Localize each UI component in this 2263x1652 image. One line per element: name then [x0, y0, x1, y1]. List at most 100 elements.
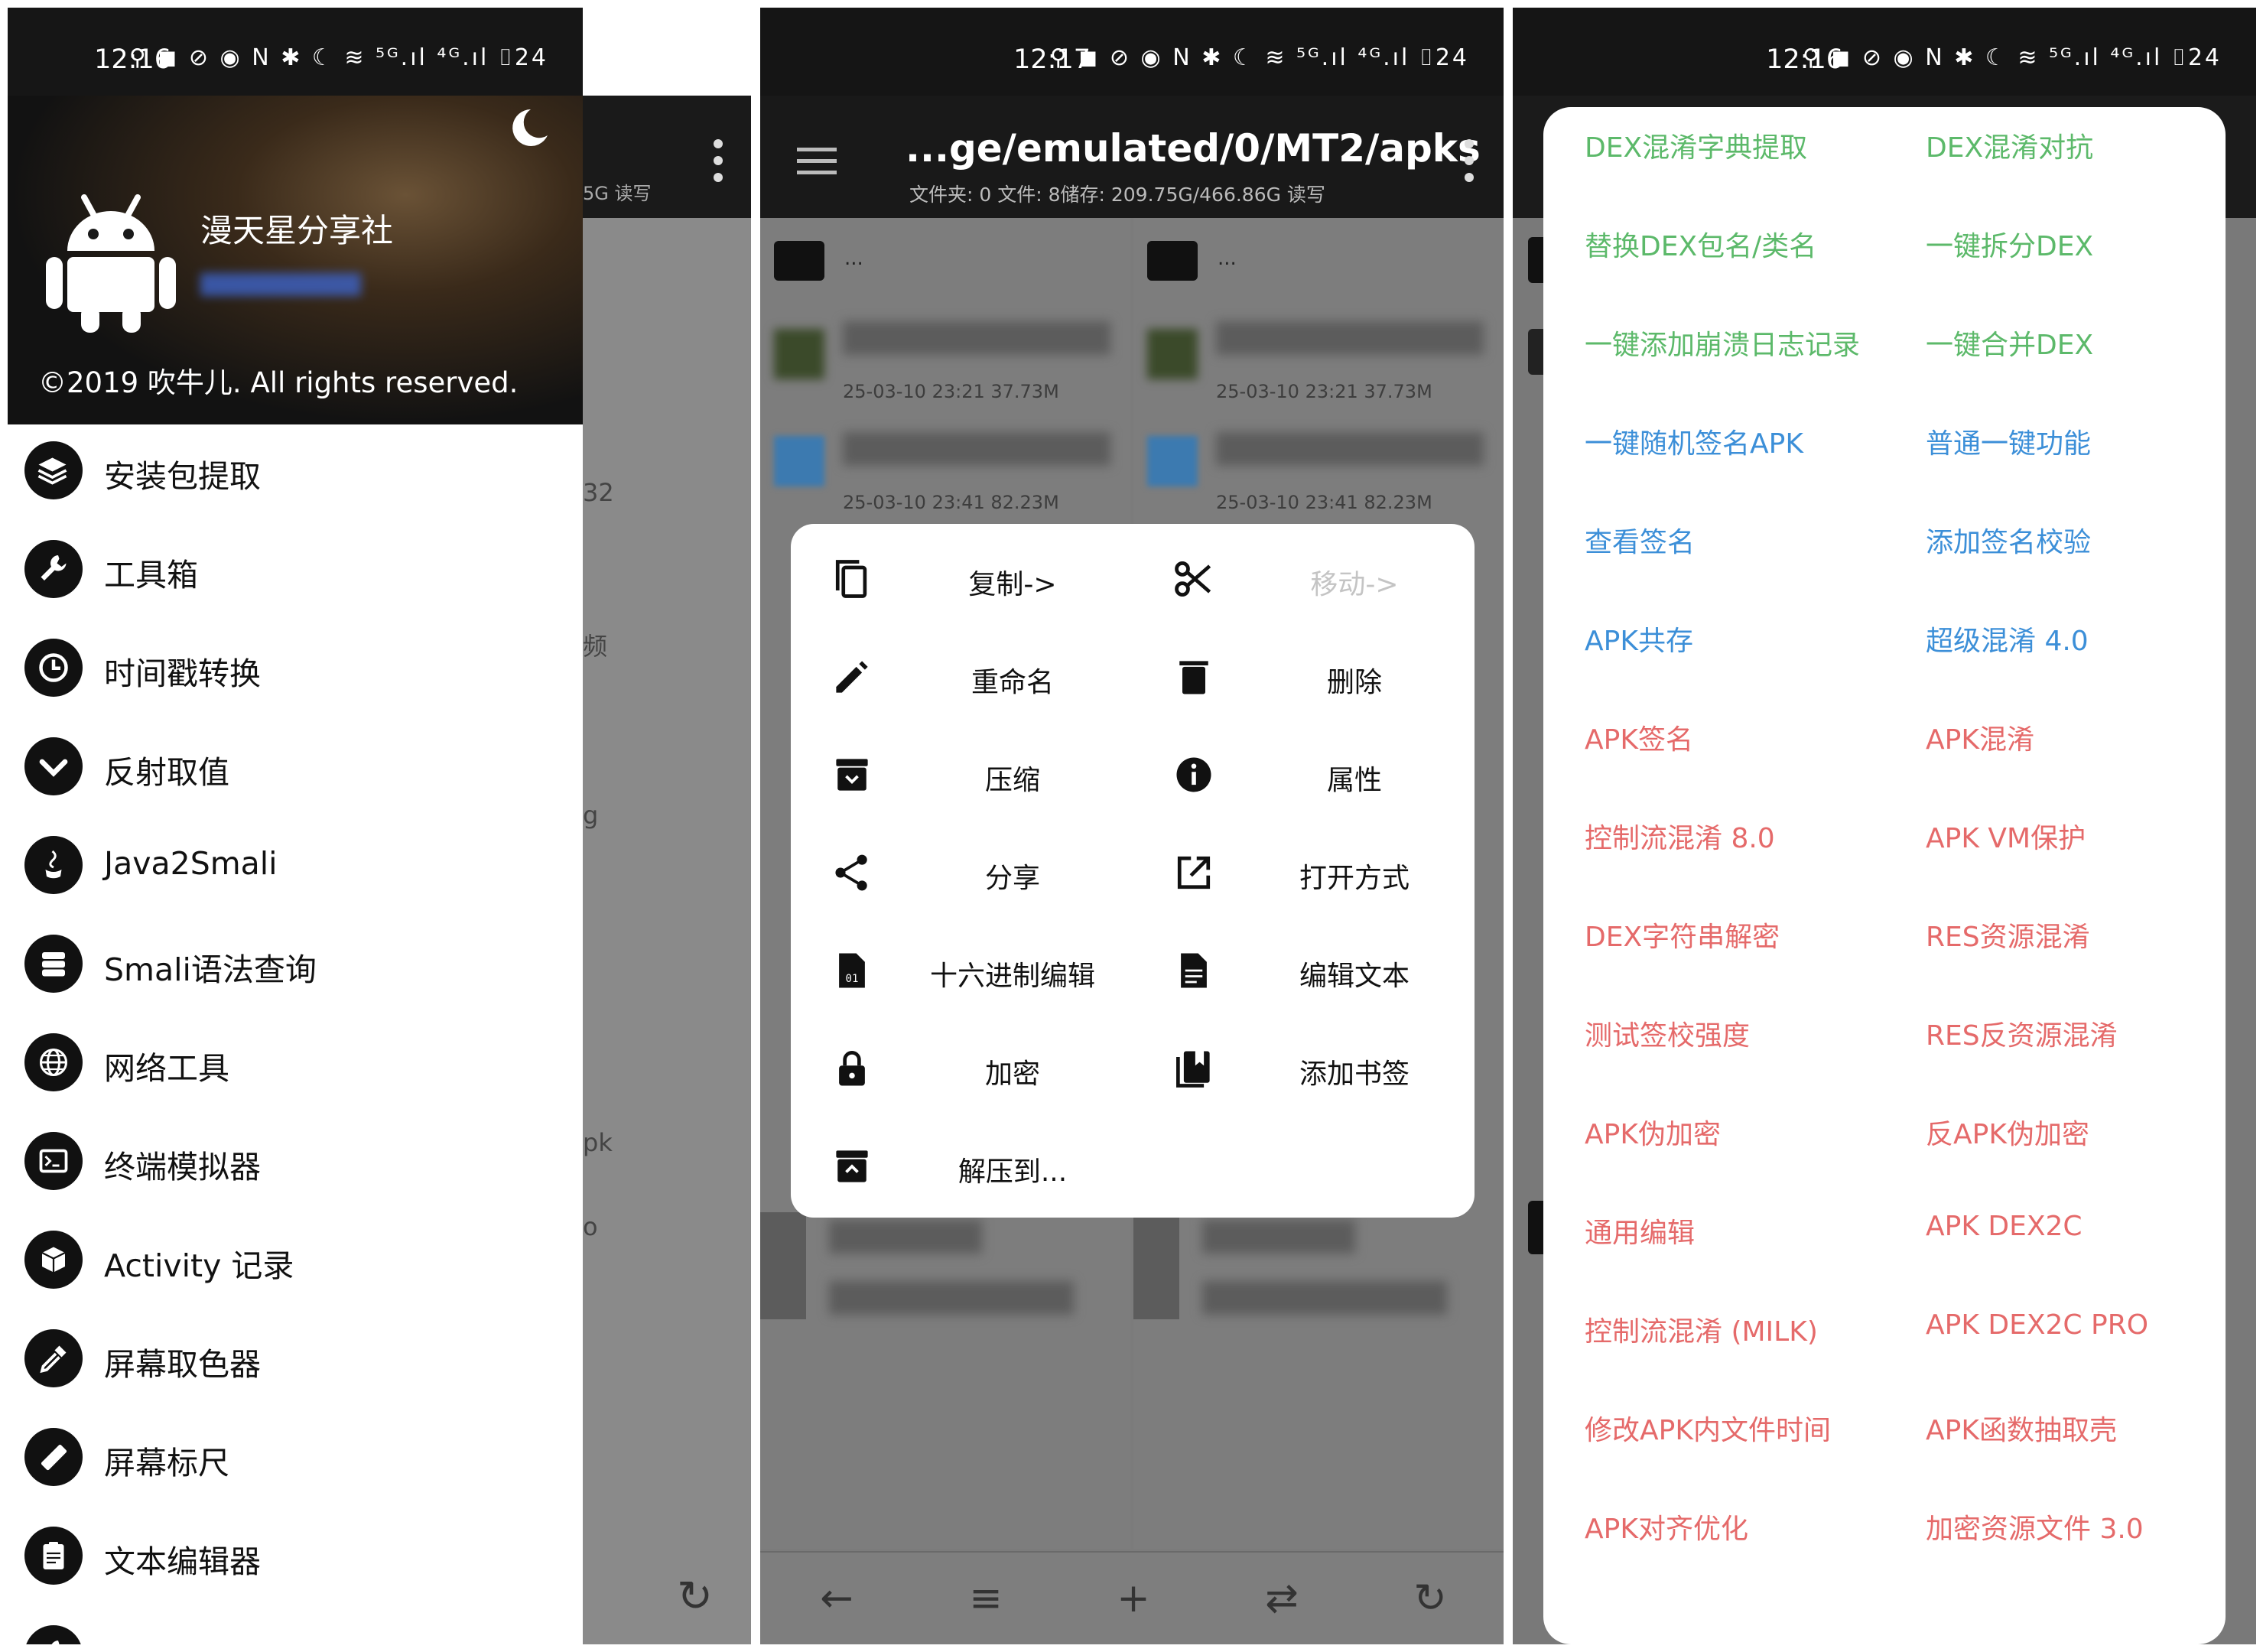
menu-item-label: 属性 [1326, 765, 1382, 796]
back-arrow-icon[interactable]: ← [814, 1576, 860, 1621]
tool-option[interactable]: 反APK伪加密 [1926, 1112, 2089, 1152]
file-row[interactable]: 25-03-10 23:21 37.73M [1147, 314, 1491, 405]
night-mode-icon[interactable] [505, 105, 551, 151]
tool-option[interactable]: APK函数抽取壳 [1926, 1408, 2117, 1448]
drawer-item[interactable]: 网络工具 [8, 1016, 583, 1115]
phone-file-manager-screen: 12:17 ⚲ ◼ ⊘ ◉ N ✱ ☾ ≋ ⁵ᴳ.ıl ⁴ᴳ.ıl ⌷24 ..… [760, 8, 1504, 1644]
more-options-icon[interactable] [1464, 138, 1475, 184]
tool-option[interactable]: APK共存 [1585, 619, 1693, 659]
menu-item[interactable]: 压缩 [791, 726, 1133, 824]
file-meta: 25-03-10 23:41 82.23M [843, 492, 1059, 513]
tool-option[interactable]: 通用编辑 [1585, 1211, 1695, 1250]
file-meta: 25-03-10 23:41 82.23M [1216, 492, 1432, 513]
menu-item-label: 复制-> [968, 569, 1057, 600]
file-row[interactable]: 25-03-10 23:41 82.23M [774, 424, 1118, 516]
ruler-icon [24, 1428, 83, 1486]
menu-item[interactable]: 编辑文本 [1133, 922, 1475, 1019]
file-icon [1147, 329, 1198, 379]
tool-option[interactable]: APK VM保护 [1926, 816, 2086, 856]
tool-option[interactable]: 替换DEX包名/类名 [1585, 224, 1816, 264]
cube-icon [24, 1231, 83, 1289]
drawer-item[interactable]: 屏幕取色器 [8, 1312, 583, 1411]
tool-option[interactable]: 一键添加崩溃日志记录 [1585, 323, 1860, 363]
tool-option[interactable]: RES资源混淆 [1926, 915, 2090, 954]
menu-item[interactable]: 删除 [1133, 628, 1475, 726]
tool-option[interactable]: 一键合并DEX [1926, 323, 2093, 363]
tool-option[interactable]: APK签名 [1585, 717, 1693, 757]
hamburger-menu-icon[interactable] [797, 148, 837, 175]
status-icons: ⚲ ◼ ⊘ ◉ N ✱ ☾ ≋ ⁵ᴳ.ıl ⁴ᴳ.ıl ⌷24 [128, 44, 548, 71]
drawer-item[interactable]: 工具箱 [8, 523, 583, 622]
tool-option[interactable]: 控制流混淆 (MILK) [1585, 1309, 1818, 1349]
drawer-item[interactable]: 反射取值 [8, 720, 583, 819]
tool-option[interactable]: 加密资源文件 3.0 [1926, 1507, 2144, 1546]
pencil-icon [829, 654, 875, 700]
file-icon [760, 1212, 806, 1319]
list-view-icon[interactable]: ≡ [963, 1576, 1009, 1621]
file-row[interactable]: 25-03-10 23:21 37.73M [774, 314, 1118, 405]
file-name-blurred [829, 1220, 982, 1254]
drawer-item[interactable]: Java2Smali [8, 819, 583, 918]
menu-item[interactable]: 分享 [791, 824, 1133, 922]
tool-option[interactable]: DEX字符串解密 [1585, 915, 1780, 954]
file-icon [774, 329, 824, 379]
background-storage-info: 5G 读写 [583, 183, 652, 204]
tool-option[interactable]: APK DEX2C PRO [1926, 1309, 2148, 1341]
tool-option[interactable]: 普通一键功能 [1926, 421, 2091, 461]
drawer-item[interactable]: Smali语法查询 [8, 918, 583, 1016]
menu-item[interactable]: 重命名 [791, 628, 1133, 726]
menu-item-label: 移动-> [1310, 569, 1399, 600]
scissors-icon [1171, 556, 1217, 602]
menu-item[interactable]: 属性 [1133, 726, 1475, 824]
file-icon [774, 436, 824, 486]
menu-item-label: 压缩 [984, 765, 1040, 796]
tool-option[interactable]: APK对齐优化 [1585, 1507, 1748, 1546]
refresh-icon[interactable]: ↻ [677, 1572, 713, 1621]
menu-item[interactable]: 添加书签 [1133, 1019, 1475, 1117]
drawer-item[interactable]: 文本编辑器 [8, 1510, 583, 1608]
tool-option[interactable]: APK伪加密 [1585, 1112, 1721, 1152]
parent-dir-row[interactable]: ... [1147, 241, 1491, 281]
tool-option[interactable]: DEX混淆字典提取 [1585, 125, 1807, 165]
tool-option[interactable]: 超级混淆 4.0 [1926, 619, 2089, 659]
file-name-blurred [843, 321, 1110, 355]
tool-option[interactable]: 查看签名 [1585, 520, 1695, 560]
drawer-item-label: Smali语法查询 [104, 951, 317, 988]
kebab-icon[interactable] [713, 138, 723, 184]
tool-option[interactable]: DEX混淆对抗 [1926, 125, 2093, 165]
parent-dir-row[interactable]: ... [774, 241, 1118, 281]
drawer-item[interactable]: 安装包提取 [8, 424, 583, 523]
status-bar: 12:16 ⚲ ◼ ⊘ ◉ N ✱ ☾ ≋ ⁵ᴳ.ıl ⁴ᴳ.ıl ⌷24 [1513, 8, 2256, 96]
drawer-item[interactable]: Activity 记录 [8, 1214, 583, 1312]
menu-item[interactable]: 01 十六进制编辑 [791, 922, 1133, 1019]
copyright-text: ©2019 吹牛儿. All rights reserved. [38, 366, 519, 399]
status-icons: ⚲ ◼ ⊘ ◉ N ✱ ☾ ≋ ⁵ᴳ.ıl ⁴ᴳ.ıl ⌷24 [1049, 44, 1469, 71]
file-row[interactable]: 25-03-10 23:41 82.23M [1147, 424, 1491, 516]
tool-option[interactable]: 测试签校强度 [1585, 1013, 1750, 1053]
tool-option[interactable]: 一键随机签名APK [1585, 421, 1803, 461]
tool-option[interactable]: RES反资源混淆 [1926, 1013, 2118, 1053]
menu-item[interactable]: 打开方式 [1133, 824, 1475, 922]
menu-item[interactable]: 解压到... [791, 1117, 1133, 1215]
refresh-icon[interactable]: ↻ [1407, 1576, 1453, 1621]
tool-option[interactable]: 一键拆分DEX [1926, 224, 2093, 264]
drawer-item[interactable]: 指定类分析 [8, 1608, 583, 1644]
swap-panes-icon[interactable]: ⇄ [1259, 1576, 1305, 1621]
menu-item-label: 十六进制编辑 [929, 961, 1095, 992]
add-icon[interactable]: + [1110, 1576, 1156, 1621]
tool-option[interactable]: 修改APK内文件时间 [1585, 1408, 1831, 1448]
java-icon [24, 836, 83, 894]
parent-dir-label: ... [1218, 247, 1237, 270]
tool-option[interactable]: 添加签名校验 [1926, 520, 2091, 560]
menu-item[interactable]: 加密 [791, 1019, 1133, 1117]
drawer-item[interactable]: 屏幕标尺 [8, 1411, 583, 1510]
tool-option[interactable]: APK DEX2C [1926, 1211, 2083, 1242]
tool-option[interactable]: 控制流混淆 8.0 [1585, 816, 1775, 856]
info-icon [1171, 752, 1217, 798]
status-icons: ⚲ ◼ ⊘ ◉ N ✱ ☾ ≋ ⁵ᴳ.ıl ⁴ᴳ.ıl ⌷24 [1802, 44, 2222, 71]
menu-item[interactable]: 复制-> [791, 530, 1133, 628]
background-fragment: 频 [583, 632, 608, 661]
drawer-item[interactable]: 时间戳转换 [8, 622, 583, 720]
tool-option[interactable]: APK混淆 [1926, 717, 2034, 757]
drawer-item[interactable]: 终端模拟器 [8, 1115, 583, 1214]
